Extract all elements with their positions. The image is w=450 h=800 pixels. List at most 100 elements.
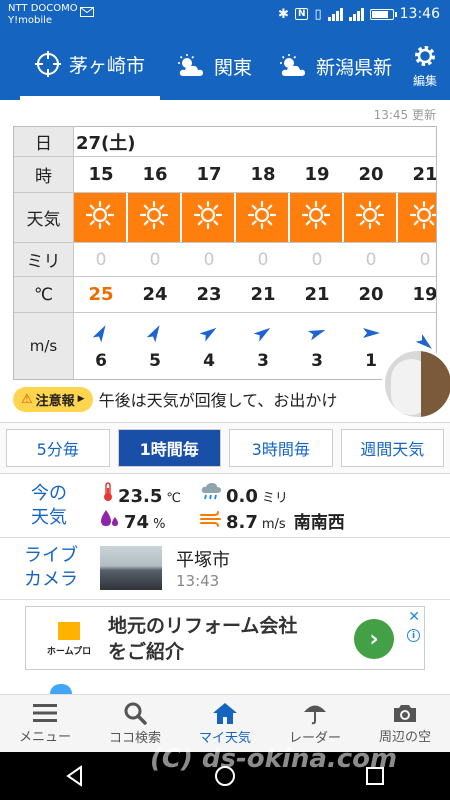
- weather-cell[interactable]: [290, 193, 344, 242]
- alert-badge: ⚠ 注意報 ▶: [13, 386, 93, 412]
- current-label-line1: 今の: [31, 483, 67, 504]
- location-label: 新潟県新: [316, 56, 393, 79]
- humidity-icon: [101, 510, 118, 526]
- rain-value: 0.0: [226, 486, 258, 507]
- watermark: (C) ds-okina.com: [150, 744, 398, 774]
- current-temperature: 23.5 ℃: [102, 482, 181, 507]
- sun-icon: [355, 200, 385, 235]
- wind-direction: 南南西: [293, 513, 345, 533]
- floating-avatar-bubble[interactable]: [382, 348, 450, 420]
- current-label-line2: 天気: [31, 507, 67, 528]
- updated-time: 13:45 更新: [373, 108, 436, 122]
- menu-icon: [33, 704, 57, 722]
- temperature-cell: 24: [142, 284, 168, 305]
- status-bar: NTT DOCOMO Y!mobile ✱ N ▯ 13:46: [0, 0, 450, 32]
- location-tab-kanto[interactable]: 関東: [176, 32, 252, 100]
- wind-cell: 4: [182, 313, 236, 379]
- rain-cell: 0: [257, 249, 269, 270]
- ad-info-icon[interactable]: i: [407, 629, 420, 642]
- temperature-row: ℃ 25 24 23 21 21 20 19: [14, 277, 436, 313]
- location-tab-bar: 茅ヶ崎市 関東 新潟県新 編集: [0, 32, 450, 100]
- interval-tabs: 5分毎 1時間毎 3時間毎 週間天気: [0, 422, 450, 474]
- wind-row: m/s 6 5 4 3 3 1: [14, 313, 436, 379]
- 4g-signal-icon: [327, 7, 343, 21]
- weather-cell[interactable]: [236, 193, 290, 242]
- mail-icon: [80, 7, 94, 17]
- carrier-line1: NTT DOCOMO: [8, 3, 78, 14]
- day-value: 27(土): [76, 132, 136, 154]
- nav-menu[interactable]: メニュー: [0, 695, 90, 752]
- rain-cell: 0: [95, 249, 107, 270]
- ad-logo-text: ホームプロ: [46, 646, 92, 657]
- bluetooth-icon: ✱: [278, 6, 289, 22]
- temperature-value: 23.5: [118, 486, 163, 507]
- wind-cell: 3: [236, 313, 290, 379]
- sun-cloud-icon: [280, 54, 305, 76]
- sun-icon: [139, 200, 169, 235]
- thermometer-icon: [104, 482, 112, 501]
- camera-icon: [394, 705, 416, 722]
- hour-cell: 16: [142, 164, 168, 185]
- wind-arrow-icon: [198, 322, 220, 349]
- hour-cell: 19: [304, 164, 330, 185]
- rain-cloud-icon: [201, 483, 221, 500]
- temperature-cell: 19: [412, 284, 436, 305]
- wind-arrow-icon: [252, 322, 274, 349]
- hour-cell: 15: [88, 164, 114, 185]
- current-weather-label: 今の 天気: [22, 482, 76, 530]
- location-label: 関東: [214, 56, 253, 79]
- ad-go-button[interactable]: ›: [354, 619, 394, 659]
- temperature-cell: 21: [250, 284, 276, 305]
- search-icon: [124, 702, 147, 725]
- wind-value: 8.7: [226, 512, 258, 533]
- location-tab-chigasaki[interactable]: 茅ヶ崎市: [20, 32, 160, 100]
- rain-cell: 0: [149, 249, 161, 270]
- wind-cell: 5: [128, 313, 182, 379]
- tab-weekly[interactable]: 週間天気: [340, 429, 444, 467]
- ad-line2: をご紹介: [108, 641, 185, 663]
- carrier-name: NTT DOCOMO Y!mobile: [8, 3, 78, 27]
- battery-icon: [369, 8, 397, 20]
- weather-row: 天気: [14, 193, 436, 243]
- wind-arrow-icon: [360, 322, 382, 349]
- weather-cell[interactable]: [74, 193, 128, 242]
- current-humidity: 74%: [100, 508, 165, 533]
- gear-icon: [415, 46, 435, 66]
- weather-cell[interactable]: [398, 193, 436, 242]
- weather-cell[interactable]: [128, 193, 182, 242]
- wind-icon: [200, 511, 221, 527]
- edit-button[interactable]: 編集: [400, 32, 450, 100]
- hour-cell: 21: [412, 164, 436, 185]
- temperature-cell: 20: [358, 284, 384, 305]
- home-icon: [213, 703, 237, 724]
- current-weather[interactable]: 今の 天気 23.5 ℃ 0.0 ミリ 74% 8.7 m/s 南南西: [0, 476, 450, 538]
- current-location-icon: [34, 51, 61, 77]
- weather-cell[interactable]: [344, 193, 398, 242]
- weather-cell[interactable]: [182, 193, 236, 242]
- tab-5min[interactable]: 5分毎: [6, 429, 110, 467]
- tab-1hour[interactable]: 1時間毎: [117, 429, 221, 467]
- wind-speed-value: 1: [365, 350, 377, 371]
- weather-alert[interactable]: ⚠ 注意報 ▶ 午後は天気が回復して、お出かけ: [13, 384, 437, 414]
- current-rain: 0.0 ミリ: [200, 482, 288, 507]
- carrier-line2: Y!mobile: [8, 15, 53, 26]
- nav-label: メニュー: [18, 730, 71, 745]
- humidity-value: 74: [124, 512, 150, 533]
- live-camera-thumbnail[interactable]: [100, 546, 162, 590]
- current-wind: 8.7 m/s 南南西: [200, 508, 345, 533]
- rain-cell: 0: [365, 249, 377, 270]
- rain-cell: 0: [311, 249, 323, 270]
- wind-unit: m/s: [261, 517, 286, 532]
- live-camera[interactable]: ライブ カメラ 平塚市 13:43: [0, 538, 450, 600]
- temperature-cell: 23: [196, 284, 222, 305]
- sun-icon: [301, 200, 331, 235]
- temperature-cell: 21: [304, 284, 330, 305]
- hourly-forecast-table: 日 27(土) 時 15 16 17 18 19 20 21 天気 ミリ 0000000 ℃…: [13, 126, 437, 380]
- tab-3hour[interactable]: 3時間毎: [229, 429, 333, 467]
- ad-banner[interactable]: ホームプロ 地元のリフォーム会社 をご紹介 › ✕ i: [25, 606, 425, 670]
- location-tab-niigata[interactable]: 新潟県新: [278, 32, 392, 100]
- ad-close-icon[interactable]: ✕: [408, 609, 420, 625]
- back-icon[interactable]: [64, 765, 86, 787]
- wind-arrow-icon: [90, 322, 112, 349]
- row-label-day: 日: [14, 127, 74, 156]
